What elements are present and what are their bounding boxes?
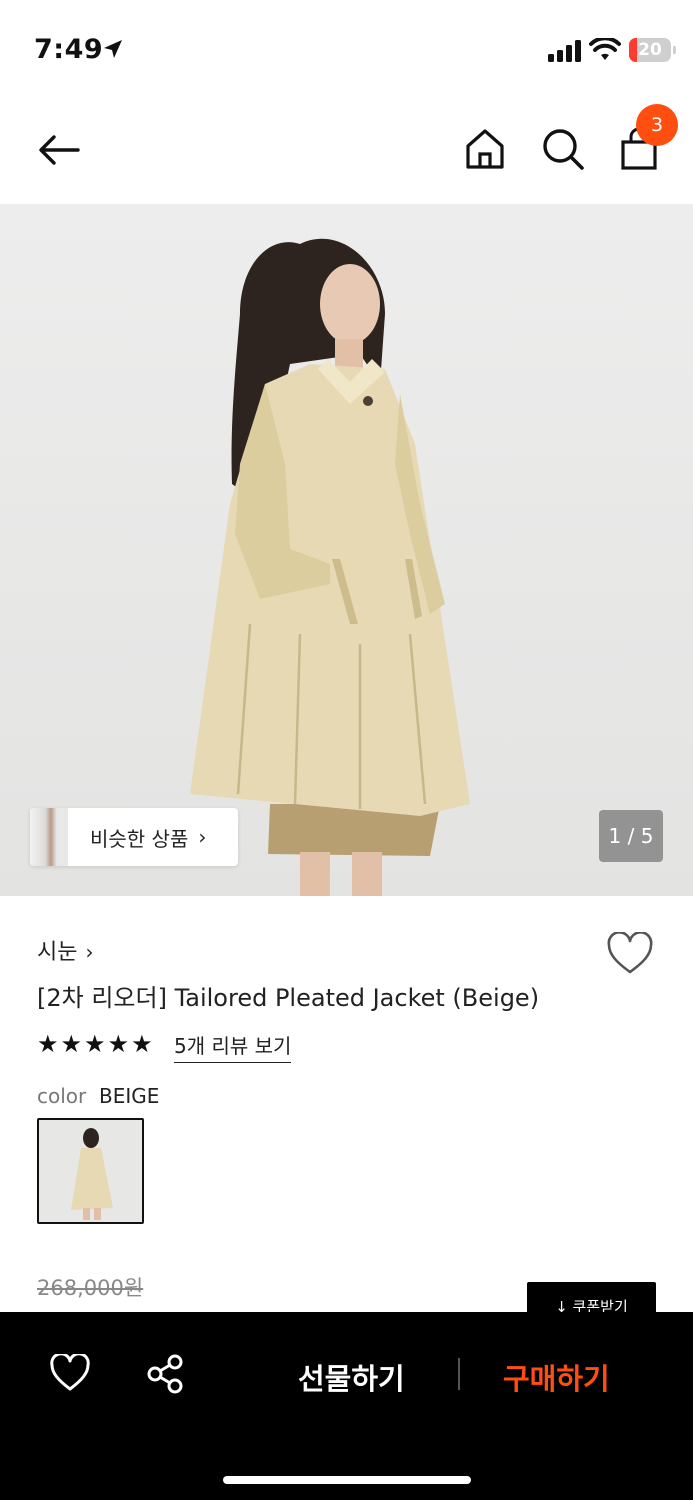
- status-bar: 7:49 20: [0, 0, 693, 96]
- similar-products-label: 비슷한 상품: [90, 826, 189, 851]
- battery-tip: [673, 46, 676, 54]
- color-swatch-beige[interactable]: [37, 1118, 144, 1224]
- home-indicator: [223, 1476, 471, 1484]
- share-icon[interactable]: [146, 1354, 184, 1394]
- brand-link[interactable]: 시눈 ›: [37, 934, 93, 966]
- similar-products-button[interactable]: 비슷한 상품 ›: [30, 808, 238, 866]
- star-icon: ★: [107, 1030, 130, 1058]
- rating-stars: ★ ★ ★ ★ ★: [37, 1030, 155, 1058]
- cart-count-badge: 3: [636, 104, 678, 146]
- back-arrow-icon[interactable]: [36, 126, 84, 174]
- buy-button[interactable]: 구매하기: [503, 1356, 610, 1398]
- similar-product-thumbnail: [30, 808, 68, 866]
- color-value: BEIGE: [99, 1084, 160, 1108]
- image-pager: 1 / 5: [599, 810, 663, 862]
- color-label: color: [37, 1084, 87, 1108]
- battery-level: 20: [638, 40, 662, 60]
- product-image-carousel[interactable]: 비슷한 상품 › 1 / 5: [0, 204, 693, 896]
- heart-icon[interactable]: [50, 1354, 90, 1392]
- top-nav: 3: [0, 96, 693, 204]
- signal-icon: [548, 40, 581, 62]
- chevron-right-icon: ›: [85, 940, 94, 964]
- color-swatch-image: [39, 1120, 142, 1222]
- battery-icon: 20: [629, 38, 671, 62]
- product-title: [2차 리오더] Tailored Pleated Jacket (Beige): [37, 984, 540, 1012]
- wishlist-heart-icon[interactable]: [606, 932, 654, 976]
- chevron-right-icon: ›: [198, 825, 207, 849]
- star-icon: ★: [60, 1030, 83, 1058]
- home-icon[interactable]: [462, 126, 508, 172]
- review-link[interactable]: 5개 리뷰 보기: [174, 1030, 292, 1063]
- brand-name: 시눈: [37, 940, 78, 965]
- location-arrow-icon: [104, 40, 122, 58]
- star-icon: ★: [37, 1030, 59, 1058]
- original-price: 268,000원: [37, 1276, 144, 1300]
- wifi-icon: [589, 38, 621, 60]
- star-icon: ★: [84, 1030, 106, 1058]
- search-icon[interactable]: [540, 126, 586, 172]
- status-time: 7:49: [34, 34, 104, 65]
- star-icon: ★: [131, 1030, 153, 1058]
- gift-button[interactable]: 선물하기: [298, 1356, 405, 1398]
- product-photo: [190, 238, 470, 896]
- divider: [458, 1358, 460, 1390]
- bottom-action-bar: 선물하기 구매하기: [0, 1312, 693, 1500]
